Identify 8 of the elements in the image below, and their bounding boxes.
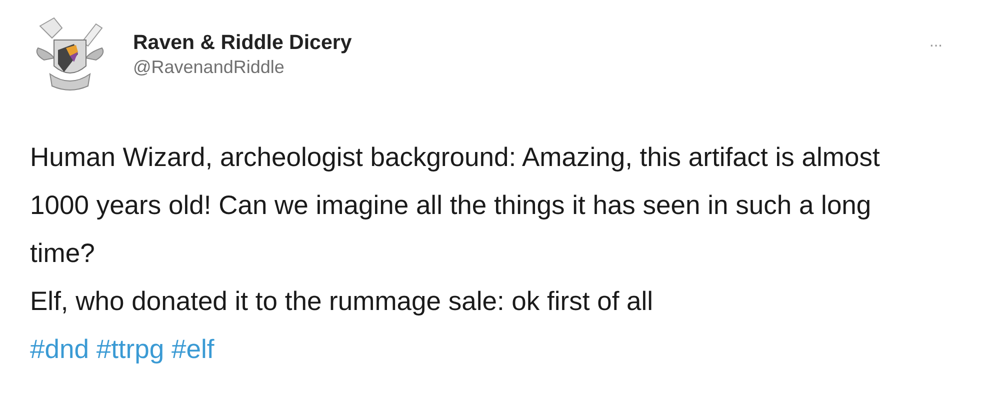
author-handle[interactable]: @RavenandRiddle	[133, 56, 930, 79]
more-options-icon[interactable]: ···	[929, 38, 942, 54]
tweet-text: Human Wizard, archeologist background: Amazing, this artifact is almost 1000 years old! Can we imagine all the things it has seen in such a long time?	[30, 141, 880, 270]
hashtag-link[interactable]: #elf	[171, 334, 214, 364]
hashtag-link[interactable]: #dnd	[30, 334, 89, 364]
tweet-text: Elf, who donated it to the rummage sale: ok first of all	[30, 285, 654, 318]
author-name[interactable]: Raven & Riddle Dicery	[133, 31, 930, 56]
hashtag-link[interactable]: #ttrpg	[96, 334, 164, 364]
